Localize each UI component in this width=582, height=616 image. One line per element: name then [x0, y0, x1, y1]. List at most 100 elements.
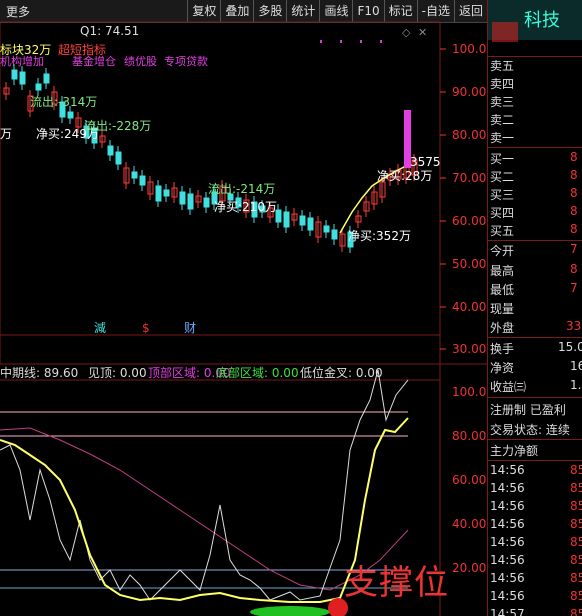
flow-label: 净买:352万: [348, 229, 411, 243]
tick-time: 14:57: [490, 607, 525, 616]
net-asset-label: 净资: [490, 361, 515, 375]
annotation: 专项贷款: [164, 54, 208, 68]
buy-label: 买一: [490, 152, 515, 166]
high-label: 最高: [490, 264, 515, 278]
candle-body: [131, 171, 138, 179]
candle-body: [139, 175, 146, 186]
tick-time: 14:56: [490, 499, 525, 513]
tick-time: 14:56: [490, 589, 525, 603]
marker-label: 财: [184, 321, 196, 335]
buy-label: 买五: [490, 224, 515, 238]
tick-value: 85: [570, 607, 582, 616]
low-value: 7: [570, 281, 578, 295]
main-net-label[interactable]: 主力净额: [490, 442, 538, 459]
candle-body: [203, 197, 210, 208]
volume-label: 现量: [490, 302, 515, 316]
tick-time: 14:56: [490, 553, 525, 567]
tick-value: 85: [570, 517, 582, 531]
buy-price: 8: [570, 150, 578, 164]
candle-body: [35, 83, 42, 91]
earnings-label: 收益㈢: [490, 380, 527, 394]
flow-label: 流出:-314万: [30, 95, 97, 109]
candle-body: [323, 225, 330, 233]
tick-value: 85: [570, 499, 582, 513]
turnover-label: 换手: [490, 342, 515, 356]
candle-body: [187, 193, 194, 210]
kline-chart[interactable]: 100.00 90.00 80.00 70.00 60.00 50.00 40.…: [0, 0, 487, 616]
buy-label: 买四: [490, 206, 515, 220]
candle-body: [19, 71, 26, 85]
net-asset-value: 16: [570, 359, 582, 373]
candle-body: [163, 189, 170, 197]
marker-label: $: [142, 321, 150, 335]
indicator-axis-tick: 100.00: [452, 385, 487, 399]
stock-title: 科技: [488, 0, 582, 42]
price-axis-tick: 100.00: [452, 42, 487, 56]
buy-label: 买三: [490, 188, 515, 202]
indicator-axis-tick: 80.00: [452, 429, 486, 443]
trade-status: 交易状态: 连续: [490, 423, 570, 437]
flow-label: 流出:-214万: [208, 182, 275, 196]
tick-value: 85: [570, 553, 582, 567]
candle-body: [307, 217, 314, 231]
price-axis-tick: 60.00: [452, 214, 486, 228]
close-icon[interactable]: ✕: [418, 26, 427, 39]
annotation: 机构增加: [0, 54, 44, 68]
open-value: 7: [570, 242, 578, 256]
annotation: 绩优股: [124, 55, 157, 68]
last-price-label: 3575: [410, 155, 441, 169]
indicator-lowcross: 低位金叉: 0.00: [300, 365, 383, 380]
outer-label: 外盘: [490, 321, 515, 335]
tick-value: 85: [570, 571, 582, 585]
annotation: 基金增仓: [72, 54, 116, 68]
tick-time: 14:56: [490, 571, 525, 585]
price-axis-tick: 70.00: [452, 171, 486, 185]
sell-label: 卖二: [490, 113, 515, 127]
flow-label: 净买:28万: [377, 169, 432, 183]
marker-label: 減: [94, 320, 106, 335]
tick-time: 14:56: [490, 463, 525, 477]
low-label: 最低: [490, 283, 515, 297]
buy-label: 买二: [490, 170, 515, 184]
tick-value: 85: [570, 481, 582, 495]
support-text: 支撑位: [344, 563, 449, 603]
candle-body: [179, 191, 186, 205]
candle-body: [299, 215, 306, 226]
buy-price: 8: [570, 204, 578, 218]
registration-label: 注册制 已盈利: [490, 403, 566, 417]
stock-name: 科技: [524, 10, 560, 31]
tick-time: 14:56: [490, 481, 525, 495]
price-axis-tick: 90.00: [452, 85, 486, 99]
earnings-value: 1.: [570, 378, 582, 392]
candle-body: [331, 229, 338, 240]
flow-label: 万: [0, 127, 12, 141]
tick-value: 85: [570, 463, 582, 477]
turnover-value: 15.0: [558, 340, 582, 354]
sell-label: 卖五: [490, 59, 515, 73]
high-value: 8: [570, 262, 578, 276]
tick-value: 85: [570, 589, 582, 603]
buy-price: 8: [570, 222, 578, 236]
candle-body: [115, 151, 122, 165]
candle-body: [11, 69, 18, 80]
price-axis-tick: 40.00: [452, 300, 486, 314]
price-axis-tick: 50.00: [452, 257, 486, 271]
q1-readout: Q1: 74.51: [80, 24, 139, 38]
candle-body: [67, 111, 74, 119]
indicator-axis-tick: 60.00: [452, 473, 486, 487]
open-label: 今开: [490, 244, 515, 258]
quote-panel: 科技 卖五 卖四 卖三 卖二 卖一 买一 买二 买三 买四 买五 8 8 8 8…: [487, 0, 582, 616]
green-signal-bar: [250, 606, 330, 616]
price-axis-tick: 30.00: [452, 342, 486, 356]
outer-value: 33: [566, 319, 582, 333]
indicator-axis-tick: 40.00: [452, 517, 486, 531]
candle-body: [155, 185, 162, 202]
buy-price: 8: [570, 186, 578, 200]
diamond-icon[interactable]: ◇: [402, 26, 411, 39]
price-axis-tick: 80.00: [452, 128, 486, 142]
indicator-bottomzone: 底部区域: 0.00: [216, 365, 299, 380]
buy-price: 8: [570, 168, 578, 182]
candle-body: [283, 211, 290, 228]
tick-time: 14:56: [490, 517, 525, 531]
candlesticks: [3, 64, 418, 253]
